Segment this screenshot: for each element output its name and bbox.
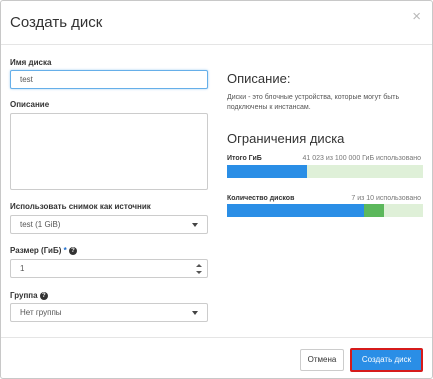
volume-name-input[interactable]: test (10, 70, 208, 89)
required-marker: * (63, 246, 67, 255)
limits-heading: Ограничения диска (227, 131, 345, 146)
quota-bar-used (227, 165, 308, 178)
description-heading: Описание: (227, 71, 291, 86)
spinner-down-icon[interactable] (196, 271, 202, 274)
chevron-down-icon (192, 311, 198, 315)
quota-usage-text: 41 023 из 100 000 ГиБ использовано (302, 155, 421, 162)
quota-bar-volumes (227, 204, 423, 217)
group-select[interactable]: Нет группы (10, 303, 208, 322)
cancel-button[interactable]: Отмена (300, 349, 344, 371)
quota-bar-gib (227, 165, 423, 178)
volume-name-label: Имя диска (10, 58, 52, 67)
size-label: Размер (ГиБ) * ? (10, 246, 77, 255)
description-textarea[interactable] (10, 113, 208, 190)
close-icon[interactable]: × (412, 9, 421, 24)
description-text: Диски - это блочные устройства, которые … (227, 94, 400, 111)
create-volume-button[interactable]: Создать диск (350, 348, 423, 372)
spinner-up-icon[interactable] (196, 264, 202, 267)
footer-divider (1, 337, 432, 338)
group-select-value: Нет группы (20, 308, 62, 317)
quota-label: Итого ГиБ (227, 155, 262, 162)
source-select[interactable]: test (1 GiB) (10, 215, 208, 234)
group-label-text: Группа (10, 291, 38, 300)
help-icon[interactable]: ? (39, 291, 48, 300)
size-number-input[interactable]: 1 (10, 259, 208, 278)
dialog-title: Создать диск (10, 14, 103, 31)
quota-bar-used (227, 204, 365, 217)
chevron-down-icon (192, 223, 198, 227)
size-value: 1 (20, 264, 25, 273)
source-select-value: test (1 GiB) (20, 220, 61, 229)
description-label: Описание (10, 100, 50, 109)
group-label: Группа ? (10, 291, 48, 300)
help-icon[interactable]: ? (68, 246, 77, 255)
create-volume-dialog: Создать диск × Имя диска test Описание И… (0, 0, 433, 379)
dialog-header: Создать диск × (1, 1, 432, 45)
quota-label: Количество дисков (227, 195, 295, 202)
quota-bar-new (364, 204, 384, 217)
source-label: Использовать снимок как источник (10, 202, 151, 211)
quota-usage-text: 7 из 10 использовано (351, 195, 421, 202)
size-label-text: Размер (ГиБ) (10, 246, 62, 255)
